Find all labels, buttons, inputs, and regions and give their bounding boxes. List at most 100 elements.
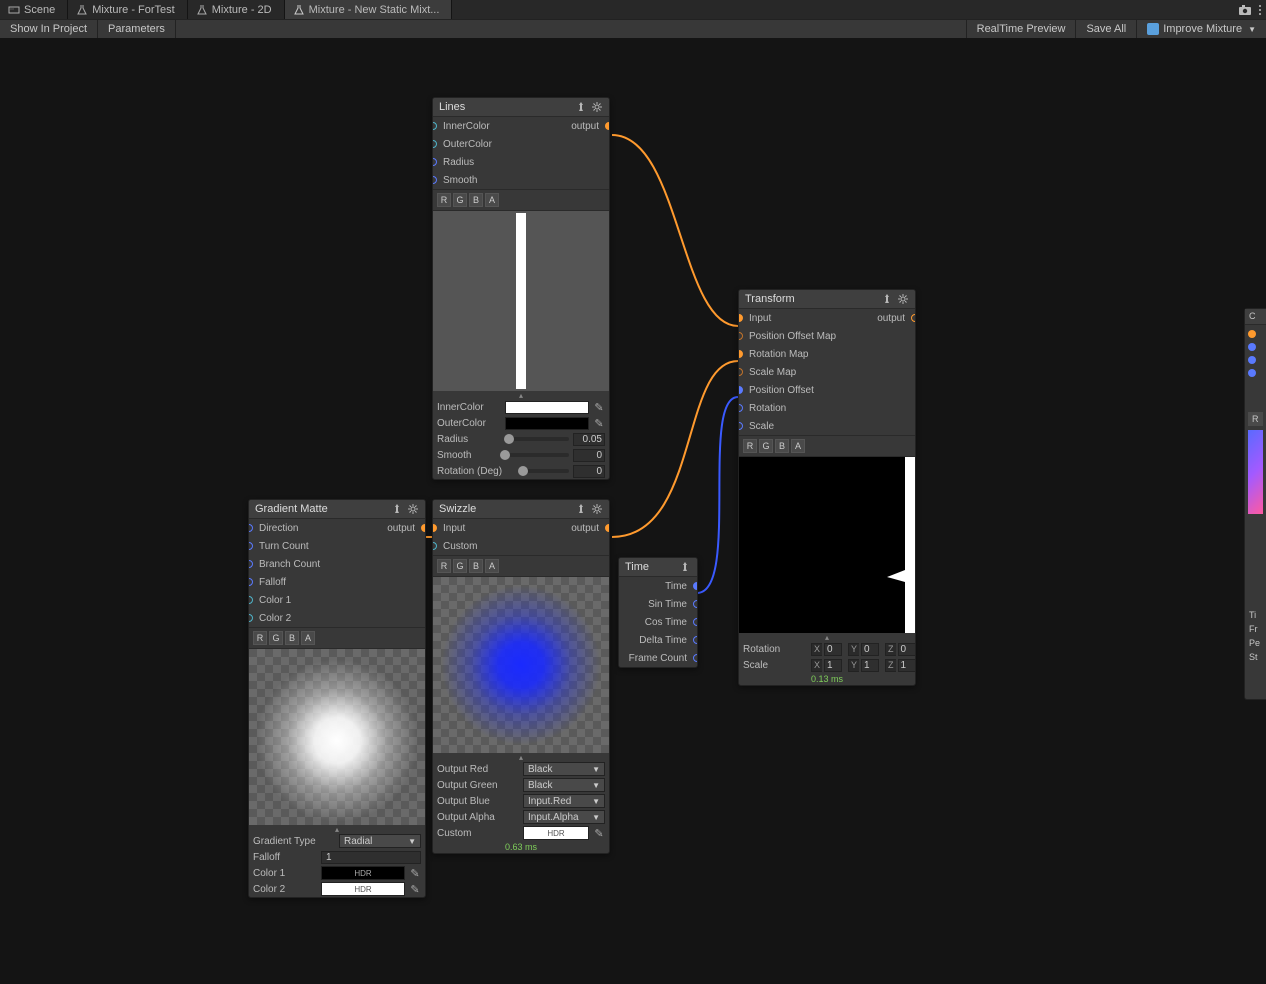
gear-icon[interactable] xyxy=(591,101,603,113)
kebab-menu-icon[interactable] xyxy=(1258,5,1262,15)
show-in-project-button[interactable]: Show In Project xyxy=(0,20,98,38)
eyedropper-icon[interactable]: ✎ xyxy=(593,401,605,414)
smooth-slider[interactable] xyxy=(505,453,569,457)
port-in[interactable] xyxy=(738,368,743,376)
output-alpha-select[interactable]: Input.Alpha▼ xyxy=(523,810,605,824)
custom-swatch[interactable]: HDR xyxy=(523,826,589,840)
channel-a-button[interactable]: A xyxy=(791,439,805,453)
port-out[interactable] xyxy=(421,524,426,532)
port-in[interactable] xyxy=(248,560,253,568)
node-transform[interactable]: Transform Inputoutput Position Offset Ma… xyxy=(738,289,916,686)
radius-field[interactable]: 0.05 xyxy=(573,433,605,446)
pin-icon[interactable] xyxy=(881,293,893,305)
port-in[interactable] xyxy=(248,596,253,604)
port-in[interactable] xyxy=(738,386,743,394)
port-in[interactable] xyxy=(432,140,437,148)
port-out[interactable] xyxy=(693,654,698,662)
port-in[interactable] xyxy=(432,122,437,130)
channel-b-button[interactable]: B xyxy=(775,439,789,453)
camera-icon[interactable] xyxy=(1238,4,1252,16)
radius-slider[interactable] xyxy=(505,437,569,441)
scale-z-field[interactable]: 1 xyxy=(898,659,916,672)
gear-icon[interactable] xyxy=(407,503,419,515)
gear-icon[interactable] xyxy=(897,293,909,305)
port-out[interactable] xyxy=(693,582,698,590)
output-blue-select[interactable]: Input.Red▼ xyxy=(523,794,605,808)
eyedropper-icon[interactable]: ✎ xyxy=(593,417,605,430)
port-in[interactable] xyxy=(248,578,253,586)
port-in[interactable] xyxy=(738,332,743,340)
port-in[interactable] xyxy=(738,350,743,358)
channel-g-button[interactable]: G xyxy=(269,631,283,645)
channel-b-button[interactable]: B xyxy=(469,193,483,207)
rotation-slider[interactable] xyxy=(523,469,569,473)
pin-icon[interactable] xyxy=(391,503,403,515)
port-in[interactable] xyxy=(248,542,253,550)
smooth-field[interactable]: 0 xyxy=(573,449,605,462)
save-all-button[interactable]: Save All xyxy=(1075,20,1136,38)
improve-mixture-button[interactable]: Improve Mixture ▼ xyxy=(1136,20,1266,38)
scale-y-field[interactable]: 1 xyxy=(861,659,879,672)
node-swizzle[interactable]: Swizzle Inputoutput Custom R G B A ▴ Out… xyxy=(432,499,610,854)
channel-r-button[interactable]: R xyxy=(1248,412,1263,426)
falloff-field[interactable]: 1 xyxy=(321,851,421,864)
port-out[interactable] xyxy=(605,122,610,130)
port-in[interactable] xyxy=(1248,369,1256,377)
port-in[interactable] xyxy=(432,158,437,166)
outer-color-swatch[interactable] xyxy=(505,417,589,430)
port-out[interactable] xyxy=(693,636,698,644)
port-in[interactable] xyxy=(1248,343,1256,351)
pin-icon[interactable] xyxy=(575,101,587,113)
channel-r-button[interactable]: R xyxy=(253,631,267,645)
inner-color-swatch[interactable] xyxy=(505,401,589,414)
output-red-select[interactable]: Black▼ xyxy=(523,762,605,776)
pin-icon[interactable] xyxy=(679,561,691,573)
color2-swatch[interactable]: HDR xyxy=(321,882,405,896)
port-in[interactable] xyxy=(738,404,743,412)
channel-b-button[interactable]: B xyxy=(469,559,483,573)
port-out[interactable] xyxy=(693,600,698,608)
parameters-button[interactable]: Parameters xyxy=(98,20,176,38)
color1-swatch[interactable]: HDR xyxy=(321,866,405,880)
graph-canvas[interactable]: Lines InnerColoroutput OuterColor Radius… xyxy=(0,39,1266,984)
port-in[interactable] xyxy=(432,176,437,184)
port-in[interactable] xyxy=(248,524,253,532)
collapse-handle[interactable]: ▴ xyxy=(433,753,609,761)
rot-y-field[interactable]: 0 xyxy=(861,643,879,656)
eyedropper-icon[interactable]: ✎ xyxy=(409,883,421,896)
rotation-field[interactable]: 0 xyxy=(573,465,605,478)
port-out[interactable] xyxy=(605,524,610,532)
collapse-handle[interactable]: ▴ xyxy=(249,825,425,833)
tab-mixture-2d[interactable]: Mixture - 2D xyxy=(188,0,285,19)
port-in[interactable] xyxy=(432,542,437,550)
channel-a-button[interactable]: A xyxy=(485,193,499,207)
tab-mixture-fortest[interactable]: Mixture - ForTest xyxy=(68,0,188,19)
channel-a-button[interactable]: A xyxy=(301,631,315,645)
tab-mixture-new-static[interactable]: Mixture - New Static Mixt... xyxy=(285,0,453,19)
realtime-preview-button[interactable]: RealTime Preview xyxy=(966,20,1076,38)
scale-x-field[interactable]: 1 xyxy=(824,659,842,672)
channel-r-button[interactable]: R xyxy=(437,193,451,207)
channel-r-button[interactable]: R xyxy=(437,559,451,573)
channel-r-button[interactable]: R xyxy=(743,439,757,453)
eyedropper-icon[interactable]: ✎ xyxy=(409,867,421,880)
channel-g-button[interactable]: G xyxy=(453,193,467,207)
port-in[interactable] xyxy=(432,524,437,532)
port-out[interactable] xyxy=(911,314,916,322)
port-in[interactable] xyxy=(738,422,743,430)
port-out[interactable] xyxy=(693,618,698,626)
tab-scene[interactable]: Scene xyxy=(0,0,68,19)
channel-g-button[interactable]: G xyxy=(453,559,467,573)
node-lines[interactable]: Lines InnerColoroutput OuterColor Radius… xyxy=(432,97,610,480)
port-in[interactable] xyxy=(248,614,253,622)
gear-icon[interactable] xyxy=(591,503,603,515)
node-gradient-matte[interactable]: Gradient Matte Directionoutput Turn Coun… xyxy=(248,499,426,898)
port-in[interactable] xyxy=(738,314,743,322)
node-time[interactable]: Time Time Sin Time Cos Time Delta Time F… xyxy=(618,557,698,668)
rot-x-field[interactable]: 0 xyxy=(824,643,842,656)
collapse-handle[interactable]: ▴ xyxy=(433,391,609,399)
rot-z-field[interactable]: 0 xyxy=(898,643,916,656)
channel-b-button[interactable]: B xyxy=(285,631,299,645)
channel-g-button[interactable]: G xyxy=(759,439,773,453)
channel-a-button[interactable]: A xyxy=(485,559,499,573)
